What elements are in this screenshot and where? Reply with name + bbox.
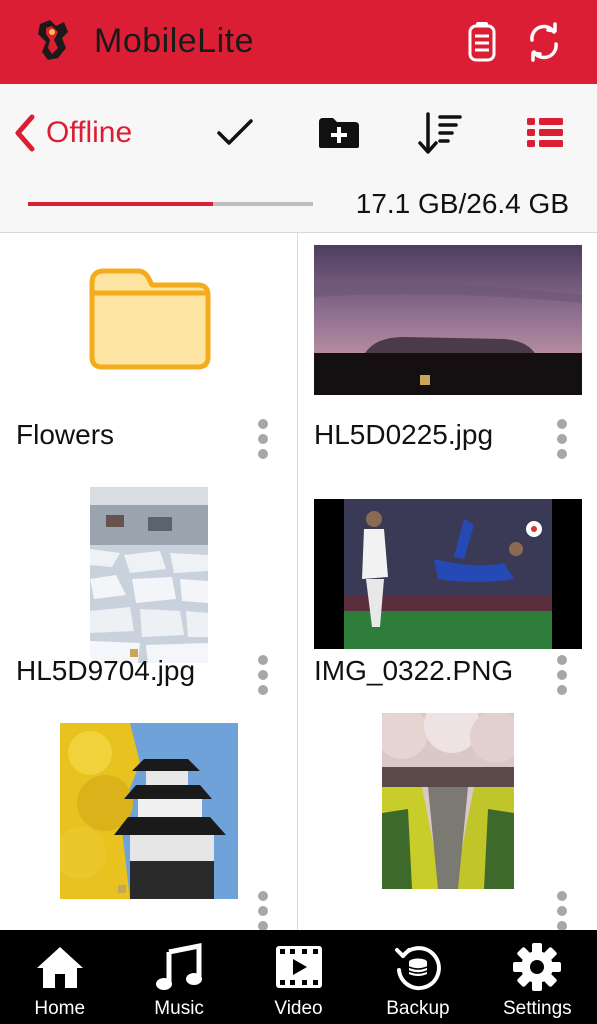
video-icon (272, 940, 326, 994)
image-thumbnail (382, 713, 514, 889)
file-item-image[interactable] (298, 705, 596, 930)
more-options-button[interactable] (552, 889, 572, 930)
nav-backup-label: Backup (386, 998, 450, 1019)
home-icon (33, 940, 87, 994)
kingston-logo-icon (36, 18, 72, 62)
more-options-button[interactable] (253, 889, 273, 930)
more-options-button[interactable] (253, 653, 273, 697)
storage-used-text: 17.1 GB/26.4 GB (355, 188, 569, 219)
sync-icon[interactable] (522, 20, 566, 64)
image-thumbnail (60, 723, 238, 899)
file-item-image[interactable]: HL5D9704.jpg (0, 469, 298, 723)
file-name: IMG_0322.PNG (314, 655, 514, 686)
nav-music[interactable]: Music (119, 930, 238, 1024)
list-view-icon (527, 118, 563, 147)
image-thumbnail (314, 245, 582, 395)
toolbar: Offline (0, 84, 597, 184)
file-name: HL5D9704.jpg (16, 655, 196, 686)
chevron-left-icon (15, 114, 35, 152)
sort-button[interactable] (414, 108, 464, 158)
more-options-button[interactable] (253, 417, 273, 461)
new-folder-icon (319, 118, 359, 148)
drive-storage-icon[interactable] (460, 20, 504, 64)
app-title: MobileLite (94, 22, 254, 60)
app-header: MobileLite (0, 0, 597, 84)
storage-indicator: 17.1 GB/26.4 GB (0, 184, 597, 232)
checkmark-icon (217, 119, 253, 145)
back-button-label: Offline (46, 116, 133, 149)
view-mode-button[interactable] (520, 108, 570, 158)
nav-settings-label: Settings (503, 998, 572, 1019)
storage-progress-fill (28, 202, 213, 206)
nav-settings[interactable]: Settings (478, 930, 597, 1024)
nav-video-label: Video (274, 998, 323, 1019)
folder-icon (86, 263, 214, 373)
file-grid: Flowers HL5D0225.jpg HL5D9704.jpg IMG_03… (0, 232, 597, 930)
nav-video[interactable]: Video (239, 930, 358, 1024)
settings-icon (510, 940, 564, 994)
nav-backup[interactable]: Backup (358, 930, 477, 1024)
file-name: Flowers (16, 419, 115, 450)
image-thumbnail (90, 487, 208, 663)
file-item-folder[interactable]: Flowers (0, 233, 298, 487)
more-options-button[interactable] (552, 417, 572, 461)
nav-music-label: Music (154, 998, 204, 1019)
backup-icon (391, 940, 445, 994)
nav-home-label: Home (34, 998, 86, 1019)
file-name: HL5D0225.jpg (314, 419, 494, 450)
file-item-image[interactable] (0, 705, 298, 930)
file-item-image[interactable]: HL5D0225.jpg (298, 233, 596, 487)
nav-home[interactable]: Home (0, 930, 119, 1024)
music-icon (152, 940, 206, 994)
storage-progress-track (28, 202, 313, 206)
file-item-image[interactable]: IMG_0322.PNG (298, 469, 596, 723)
more-options-button[interactable] (552, 653, 572, 697)
bottom-nav: Home Music Video Backup Settings (0, 930, 597, 1024)
image-thumbnail (314, 499, 582, 649)
back-button[interactable]: Offline (14, 110, 132, 156)
new-folder-button[interactable] (314, 108, 364, 158)
select-button[interactable] (210, 108, 260, 158)
sort-icon (418, 112, 462, 154)
